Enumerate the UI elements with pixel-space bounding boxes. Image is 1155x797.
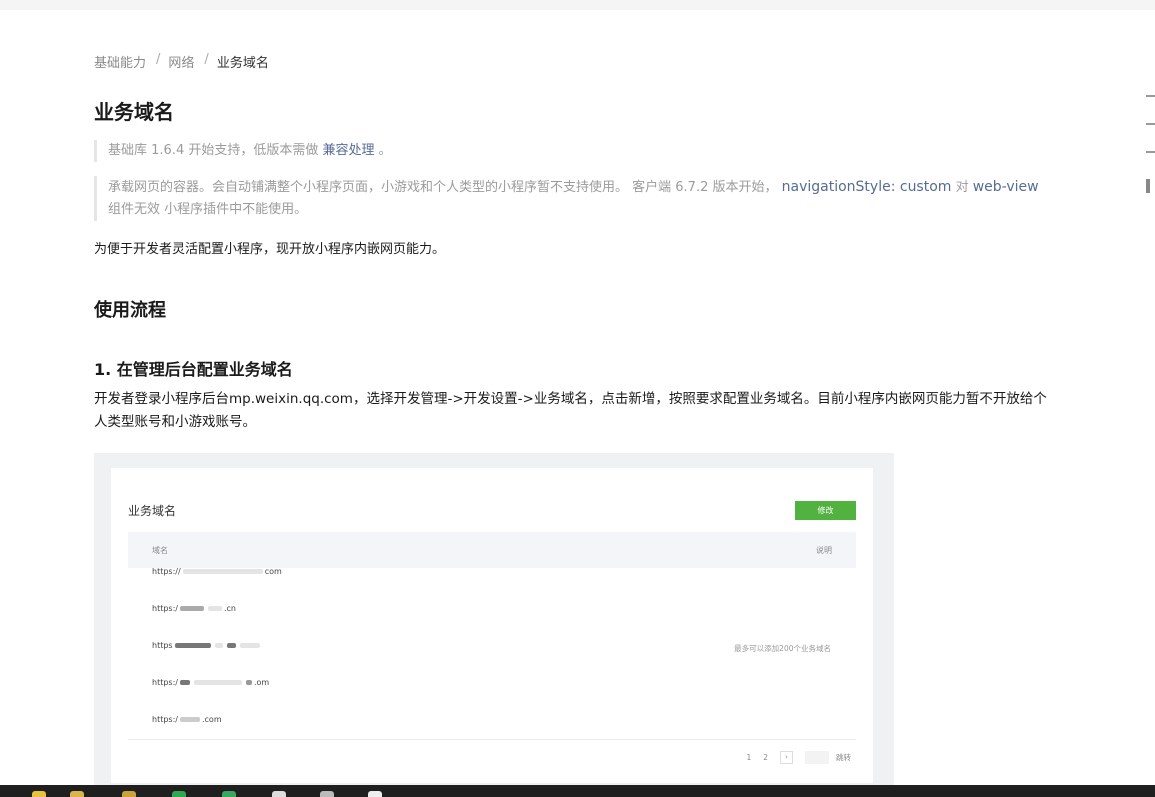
column-description: 说明	[816, 546, 832, 555]
version-note-suffix: 。	[378, 143, 392, 158]
section-title: 使用流程	[94, 300, 166, 321]
domain-limit-note: 最多可以添加200个业务域名	[734, 644, 831, 653]
row-domain-suffix: .om	[253, 678, 270, 687]
breadcrumb: 基础能力 / 网络 / 业务域名	[94, 52, 269, 71]
page-1: 1	[746, 753, 752, 762]
table-row: https	[152, 641, 262, 650]
table-divider	[128, 739, 856, 740]
row-domain-prefix: https:/	[152, 604, 178, 613]
table-row: https:// com	[152, 567, 282, 576]
taskbar-app-icon[interactable]	[320, 791, 334, 797]
taskbar-app-icon[interactable]	[122, 791, 136, 797]
navigation-style-code: navigationStyle: custom	[781, 179, 952, 195]
row-domain-prefix: https://	[152, 567, 181, 576]
webview-note-text3: 组件无效 小程序插件中不能使用。	[108, 202, 308, 217]
breadcrumb-separator: /	[204, 52, 209, 67]
page-jump-input	[805, 751, 829, 764]
taskbar-app-icon[interactable]	[222, 791, 236, 797]
pagination: 1 2 › 跳转	[746, 751, 851, 764]
intro-paragraph: 为便于开发者灵活配置小程序，现开放小程序内嵌网页能力。	[94, 242, 446, 257]
row-domain-suffix: .cn	[223, 604, 236, 613]
webview-note: 承载网页的容器。会自动铺满整个小程序页面，小游戏和个人类型的小程序暂不支持使用。…	[94, 176, 1049, 221]
next-page-icon: ›	[780, 751, 793, 764]
right-edge-toc-markers	[1146, 95, 1155, 215]
table-row: https:/ .com	[152, 715, 222, 724]
taskbar-app-icon[interactable]	[272, 791, 286, 797]
taskbar-wechat-icon[interactable]	[172, 791, 186, 797]
breadcrumb-current: 业务域名	[216, 56, 269, 71]
screenshot-card: 业务域名 修改 域名 说明 https:// com https:/ .cn htt…	[111, 468, 873, 783]
version-note-text: 基础库 1.6.4 开始支持，低版本需做	[108, 143, 319, 158]
column-domain: 域名	[152, 546, 168, 555]
taskbar-app-icon[interactable]	[368, 791, 382, 797]
top-bar	[0, 0, 1155, 10]
row-domain-prefix: https:/	[152, 678, 178, 687]
row-domain-suffix: .com	[201, 715, 222, 724]
breadcrumb-item-network[interactable]: 网络	[168, 52, 194, 71]
step1-title: 1. 在管理后台配置业务域名	[94, 360, 293, 379]
table-row: https:/ .cn	[152, 604, 236, 613]
row-domain-prefix: https	[152, 641, 173, 650]
version-note: 基础库 1.6.4 开始支持，低版本需做 兼容处理 。	[94, 140, 392, 162]
os-taskbar	[0, 785, 1155, 797]
webview-note-text2: 对	[955, 180, 969, 195]
table-row: https:/ .om	[152, 678, 269, 687]
edit-button: 修改	[795, 501, 856, 520]
taskbar-app-icon[interactable]	[32, 791, 46, 797]
row-domain-prefix: https:/	[152, 715, 178, 724]
breadcrumb-item-basic[interactable]: 基础能力	[94, 52, 146, 71]
admin-screenshot: 业务域名 修改 域名 说明 https:// com https:/ .cn htt…	[94, 453, 894, 793]
webview-note-text1: 承载网页的容器。会自动铺满整个小程序页面，小游戏和个人类型的小程序暂不支持使用。…	[108, 180, 778, 195]
screenshot-card-title: 业务域名	[128, 504, 177, 518]
table-header: 域名 说明	[128, 532, 856, 568]
taskbar-folder-icon[interactable]	[70, 791, 84, 797]
page-2: 2	[763, 753, 768, 762]
compat-link[interactable]: 兼容处理	[322, 143, 374, 158]
webview-code: web-view	[972, 179, 1039, 195]
breadcrumb-separator: /	[156, 52, 161, 67]
page-title: 业务域名	[94, 100, 174, 124]
page-jump-label: 跳转	[836, 753, 851, 762]
step1-paragraph: 开发者登录小程序后台mp.weixin.qq.com，选择开发管理->开发设置-…	[94, 391, 1047, 430]
row-domain-suffix: com	[264, 567, 282, 576]
